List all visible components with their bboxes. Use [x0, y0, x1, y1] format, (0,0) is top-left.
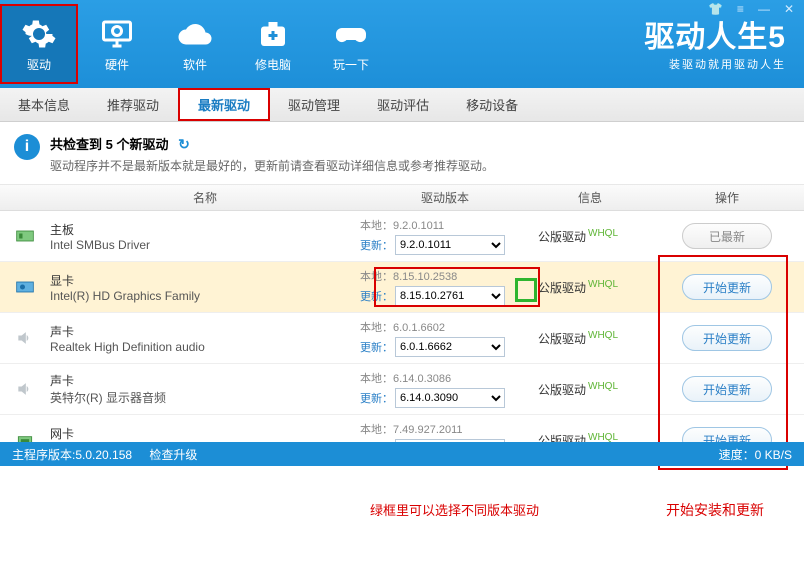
nav-label: 修电脑 — [255, 56, 291, 73]
annotation-red: 开始安装和更新 — [666, 500, 764, 520]
tab-recommended[interactable]: 推荐驱动 — [89, 88, 178, 121]
driver-row: 显卡Intel(R) HD Graphics Family本地：8.15.10.… — [0, 262, 804, 313]
device-sub: Intel(R) HD Graphics Family — [50, 289, 360, 303]
driver-info: 公版驱动WHQL — [530, 381, 650, 398]
info-icon: i — [14, 134, 40, 160]
col-version: 驱动版本 — [360, 189, 530, 206]
local-version: 本地：8.15.10.2538 — [360, 268, 530, 284]
driver-info: 公版驱动WHQL — [530, 279, 650, 296]
col-action: 操作 — [650, 189, 804, 206]
device-title: 显卡 — [50, 272, 360, 289]
menu-icon[interactable]: ≡ — [733, 2, 748, 16]
tab-evaluate[interactable]: 驱动评估 — [359, 88, 448, 121]
footer-speed: 0 KB/S — [755, 448, 792, 462]
device-icon — [0, 226, 50, 246]
brand-subtitle: 装驱动就用驱动人生 — [644, 56, 786, 72]
version-select[interactable]: 8.15.10.2761 — [395, 286, 505, 306]
footer-speed-label: 速度： — [719, 448, 755, 462]
refresh-icon[interactable]: ↻ — [178, 136, 190, 152]
driver-row: 声卡Realtek High Definition audio本地：6.0.1.… — [0, 313, 804, 364]
nav-repair[interactable]: 修电脑 — [234, 4, 312, 84]
version-select[interactable]: 6.14.0.3090 — [395, 388, 505, 408]
footer-check-upgrade[interactable]: 检查升级 — [149, 448, 197, 462]
device-icon — [0, 379, 50, 399]
window-controls: 👕 ≡ — ✕ — [704, 2, 798, 16]
grid-header: 名称 驱动版本 信息 操作 — [0, 185, 804, 211]
gamepad-icon — [333, 16, 369, 52]
tab-basic-info[interactable]: 基本信息 — [0, 88, 89, 121]
tab-manage[interactable]: 驱动管理 — [270, 88, 359, 121]
cloud-icon — [177, 16, 213, 52]
monitor-icon — [99, 16, 135, 52]
footer-bar: 主程序版本:5.0.20.158 检查升级 速度：0 KB/S — [0, 442, 804, 466]
nav-software[interactable]: 软件 — [156, 4, 234, 84]
info-title: 共检查到 5 个新驱动 ↻ — [50, 137, 190, 152]
shirt-icon[interactable]: 👕 — [704, 2, 727, 16]
nav-driver[interactable]: 驱动 — [0, 4, 78, 84]
device-icon — [0, 277, 50, 297]
tab-latest[interactable]: 最新驱动 — [178, 88, 270, 121]
medkit-icon — [255, 16, 291, 52]
update-button[interactable]: 开始更新 — [682, 376, 772, 402]
col-info: 信息 — [530, 189, 650, 206]
device-title: 声卡 — [50, 372, 360, 389]
header-bar: 驱动 硬件 软件 修电脑 玩一下 驱动人生5 装驱动就用驱动人生 👕 ≡ — ✕ — [0, 0, 804, 88]
minimize-icon[interactable]: — — [754, 2, 774, 16]
version-select[interactable]: 9.2.0.1011 — [395, 235, 505, 255]
gear-icon — [21, 16, 57, 52]
update-label: 更新： — [360, 339, 393, 355]
local-version: 本地：7.49.927.2011 — [360, 421, 530, 437]
brand-title: 驱动人生5 装驱动就用驱动人生 — [644, 12, 786, 72]
device-icon — [0, 328, 50, 348]
local-version: 本地：6.0.1.6602 — [360, 319, 530, 335]
device-title: 主板 — [50, 221, 360, 238]
driver-info: 公版驱动WHQL — [530, 228, 650, 245]
nav-label: 软件 — [183, 56, 207, 73]
nav-label: 玩一下 — [333, 56, 369, 73]
annotation-green: 绿框里可以选择不同版本驱动 — [370, 500, 539, 519]
device-sub: Intel SMBus Driver — [50, 238, 360, 252]
driver-info: 公版驱动WHQL — [530, 330, 650, 347]
local-version: 本地：9.2.0.1011 — [360, 217, 530, 233]
col-name: 名称 — [0, 189, 360, 206]
nav-label: 驱动 — [27, 56, 51, 73]
footer-version-label: 主程序版本: — [12, 448, 75, 462]
nav-label: 硬件 — [105, 56, 129, 73]
info-desc: 驱动程序并不是最新版本就是最好的，更新前请查看驱动详细信息或参考推荐驱动。 — [50, 157, 494, 174]
latest-button[interactable]: 已最新 — [682, 223, 772, 249]
update-label: 更新： — [360, 288, 393, 304]
update-label: 更新： — [360, 237, 393, 253]
device-title: 网卡 — [50, 425, 360, 442]
device-sub: 英特尔(R) 显示器音频 — [50, 389, 360, 406]
driver-row: 声卡英特尔(R) 显示器音频本地：6.14.0.3086 更新：6.14.0.30… — [0, 364, 804, 415]
driver-row: 主板Intel SMBus Driver本地：9.2.0.1011 更新：9.2.… — [0, 211, 804, 262]
tab-bar: 基本信息 推荐驱动 最新驱动 驱动管理 驱动评估 移动设备 — [0, 88, 804, 122]
close-icon[interactable]: ✕ — [780, 2, 798, 16]
update-button[interactable]: 开始更新 — [682, 325, 772, 351]
update-label: 更新： — [360, 390, 393, 406]
info-bar: i 共检查到 5 个新驱动 ↻ 驱动程序并不是最新版本就是最好的，更新前请查看驱… — [0, 122, 804, 185]
version-select[interactable]: 6.0.1.6662 — [395, 337, 505, 357]
tab-mobile[interactable]: 移动设备 — [448, 88, 537, 121]
device-sub: Realtek High Definition audio — [50, 340, 360, 354]
nav-hardware[interactable]: 硬件 — [78, 4, 156, 84]
local-version: 本地：6.14.0.3086 — [360, 370, 530, 386]
footer-version: 5.0.20.158 — [75, 448, 132, 462]
nav-play[interactable]: 玩一下 — [312, 4, 390, 84]
update-button[interactable]: 开始更新 — [682, 274, 772, 300]
device-title: 声卡 — [50, 323, 360, 340]
